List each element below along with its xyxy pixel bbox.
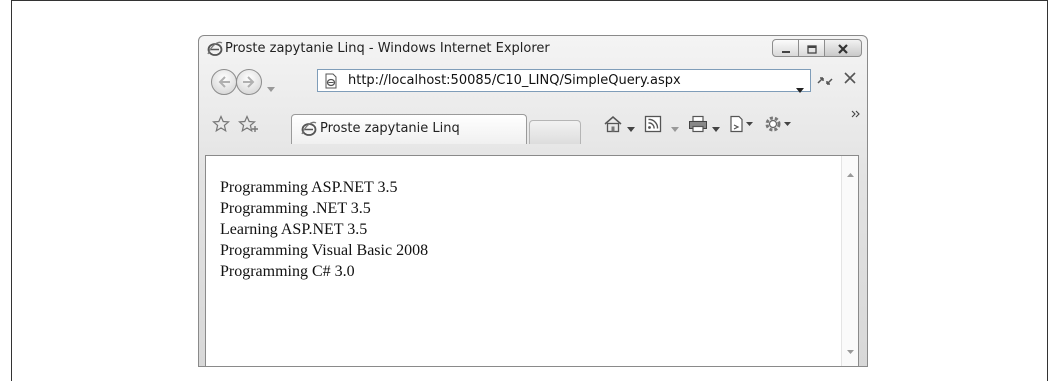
back-arrow-icon xyxy=(217,73,231,92)
caption-buttons xyxy=(772,39,862,57)
address-bar[interactable]: http://localhost:50085/C10_LINQ/SimpleQu… xyxy=(317,69,811,93)
chevron-down-icon xyxy=(267,77,275,96)
minimize-button[interactable] xyxy=(772,39,799,57)
tools-gear-icon xyxy=(764,115,794,137)
page-content: Programming ASP.NET 3.5 Programming .NET … xyxy=(205,155,859,366)
ie-logo-icon xyxy=(301,121,317,137)
toolbar-overflow-button[interactable] xyxy=(851,110,861,121)
recent-pages-dropdown[interactable] xyxy=(267,77,275,96)
title-bar: Proste zapytanie Linq - Windows Internet… xyxy=(199,36,867,64)
book-title-list: Programming ASP.NET 3.5 Programming .NET … xyxy=(220,177,428,282)
feeds-icon xyxy=(644,115,662,137)
close-icon xyxy=(837,39,849,58)
chevron-down-icon xyxy=(671,117,679,136)
scroll-down-arrow-icon[interactable] xyxy=(847,339,854,358)
chevron-down-icon xyxy=(627,117,635,136)
print-dropdown[interactable] xyxy=(712,116,720,136)
refresh-button[interactable] xyxy=(816,73,834,89)
double-chevron-icon xyxy=(851,110,861,121)
maximize-button[interactable] xyxy=(798,39,825,57)
maximize-icon xyxy=(806,39,817,58)
forward-arrow-icon xyxy=(242,73,256,92)
page-menu-button[interactable] xyxy=(729,115,755,137)
minimize-icon xyxy=(781,39,791,58)
tab-bar: Proste zapytanie Linq xyxy=(199,108,867,144)
tab-proste-zapytanie-linq[interactable]: Proste zapytanie Linq xyxy=(291,114,527,144)
navigation-bar: http://localhost:50085/C10_LINQ/SimpleQu… xyxy=(199,66,867,98)
tab-label: Proste zapytanie Linq xyxy=(320,121,460,136)
address-dropdown[interactable] xyxy=(796,78,804,97)
page-icon xyxy=(323,73,339,89)
home-dropdown[interactable] xyxy=(627,116,635,136)
home-button[interactable] xyxy=(602,116,624,136)
stop-icon xyxy=(843,68,857,90)
star-icon xyxy=(212,115,230,137)
browser-window: Proste zapytanie Linq - Windows Internet… xyxy=(198,35,868,367)
chevron-down-icon xyxy=(796,78,804,97)
print-icon xyxy=(688,115,708,137)
refresh-icon xyxy=(816,74,834,93)
new-tab-button[interactable] xyxy=(529,120,581,144)
favorites-center-button[interactable] xyxy=(212,115,230,133)
window-title: Proste zapytanie Linq - Windows Internet… xyxy=(225,41,550,56)
chevron-down-icon xyxy=(712,117,720,136)
feeds-button[interactable] xyxy=(644,115,662,137)
address-url[interactable]: http://localhost:50085/C10_LINQ/SimpleQu… xyxy=(348,73,681,88)
add-to-favorites-button[interactable] xyxy=(238,115,260,133)
page-menu-icon xyxy=(729,115,755,137)
forward-button[interactable] xyxy=(236,69,262,95)
back-button[interactable] xyxy=(211,69,237,95)
stop-button[interactable] xyxy=(839,68,861,90)
feeds-dropdown[interactable] xyxy=(671,116,679,136)
ie-logo-icon xyxy=(207,41,223,57)
tools-button[interactable] xyxy=(764,116,794,136)
vertical-scrollbar[interactable] xyxy=(841,156,858,366)
book-title-line: Programming ASP.NET 3.5 xyxy=(220,179,398,196)
book-title-line: Programming C# 3.0 xyxy=(220,263,355,280)
add-favorites-icon xyxy=(238,115,260,137)
print-button[interactable] xyxy=(688,115,708,137)
book-title-line: Learning ASP.NET 3.5 xyxy=(220,221,368,238)
home-icon xyxy=(602,115,624,137)
book-title-line: Programming .NET 3.5 xyxy=(220,200,371,217)
close-button[interactable] xyxy=(824,39,862,57)
scroll-up-arrow-icon[interactable] xyxy=(847,162,854,181)
book-title-line: Programming Visual Basic 2008 xyxy=(220,242,429,259)
